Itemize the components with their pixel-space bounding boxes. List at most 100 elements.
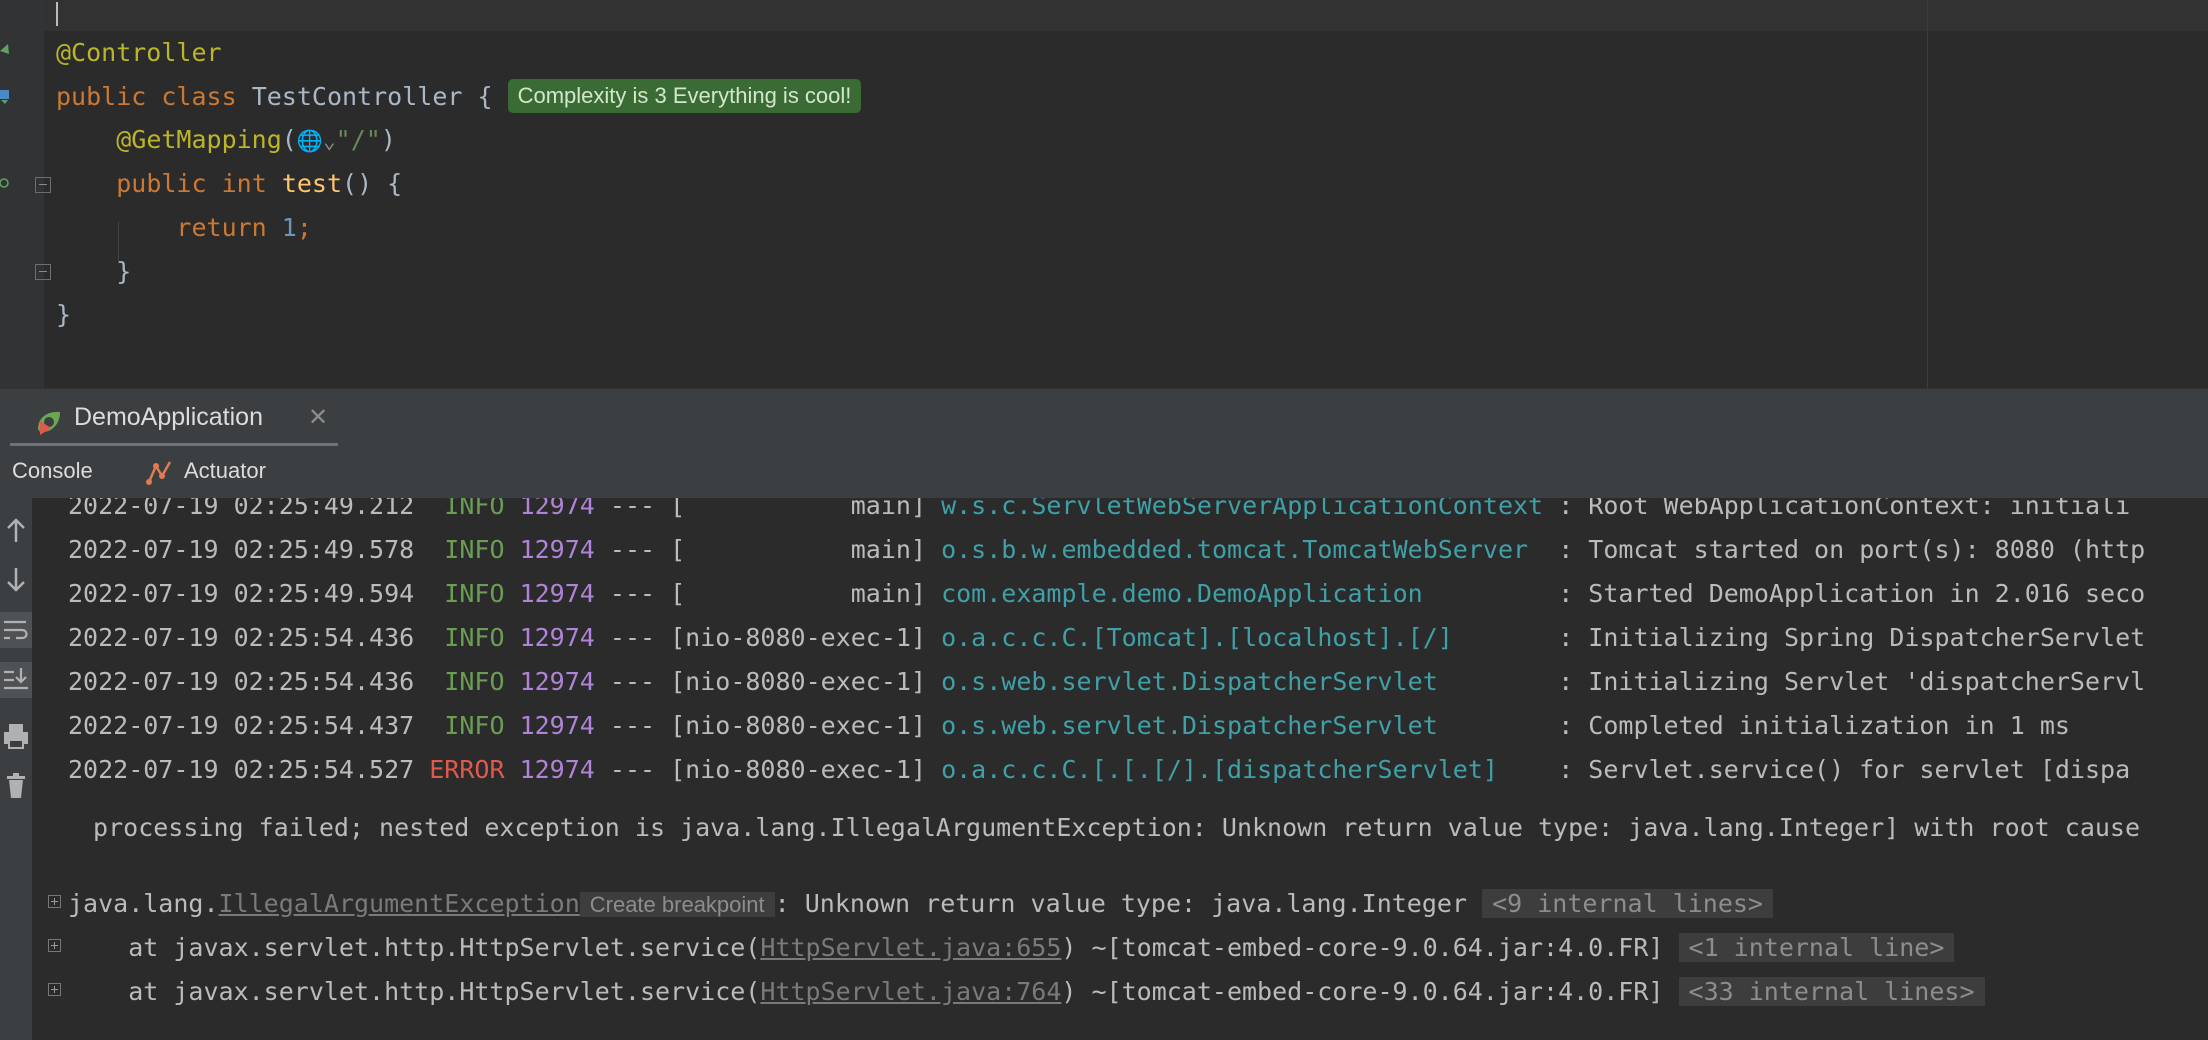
- tab-actuator[interactable]: Actuator: [184, 458, 266, 484]
- log-separator: ---: [609, 498, 656, 520]
- spring-web-gutter-icon[interactable]: [0, 86, 10, 104]
- arrow-down-icon[interactable]: [0, 560, 32, 600]
- log-message: : Initializing Spring DispatcherServlet: [1558, 623, 2146, 652]
- console-output[interactable]: 2022-07-19 02:25:49.212 INFO 12974 --- […: [32, 498, 2208, 1040]
- run-subtabs: Console Actuator: [0, 446, 2208, 499]
- log-thread: [nio-8080-exec-1]: [670, 623, 926, 652]
- keyword: public: [56, 82, 147, 111]
- log-pid: 12974: [519, 535, 595, 564]
- log-level: INFO: [429, 623, 505, 652]
- log-level: INFO: [429, 535, 505, 564]
- log-timestamp: 2022-07-19 02:25:49.212: [68, 498, 415, 520]
- log-timestamp: 2022-07-19 02:25:54.436: [68, 623, 415, 652]
- semicolon: ;: [296, 213, 312, 242]
- fold-end-icon[interactable]: [35, 264, 51, 280]
- string-literal: "/": [335, 125, 381, 154]
- class-name: TestController: [251, 82, 463, 111]
- code-line-7: }: [56, 295, 71, 335]
- log-logger[interactable]: o.s.web.servlet.DispatcherServlet: [941, 667, 1543, 696]
- log-pid: 12974: [519, 667, 595, 696]
- keyword: return: [176, 213, 267, 242]
- log-level: INFO: [429, 579, 505, 608]
- run-tab-label: DemoApplication: [74, 403, 263, 431]
- log-line: 2022-07-19 02:25:49.594 INFO 12974 --- […: [68, 572, 2145, 616]
- spring-bean-gutter-icon[interactable]: [0, 42, 10, 60]
- code-line-2: public class TestController { Complexity…: [56, 77, 862, 117]
- log-line: 2022-07-19 02:25:54.527 ERROR 12974 --- …: [68, 748, 2130, 792]
- log-logger[interactable]: o.s.web.servlet.DispatcherServlet: [941, 711, 1543, 740]
- right-margin-guide: [1927, 0, 1928, 388]
- log-separator: ---: [609, 535, 656, 564]
- fold-method-icon[interactable]: [35, 177, 51, 193]
- source-link[interactable]: HttpServlet.java:764: [760, 977, 1061, 1006]
- run-tab-demo-application[interactable]: DemoApplication ✕: [10, 397, 338, 447]
- actuator-icon: [146, 461, 172, 485]
- source-link[interactable]: HttpServlet.java:655: [760, 933, 1061, 962]
- log-message: : Started DemoApplication in 2.016 seco: [1558, 579, 2146, 608]
- log-line: 2022-07-19 02:25:54.436 INFO 12974 --- […: [68, 660, 2145, 704]
- log-timestamp: 2022-07-19 02:25:54.527: [68, 755, 415, 784]
- console-toolbar: [0, 498, 32, 1040]
- scroll-to-end-icon[interactable]: [0, 660, 32, 700]
- log-pid: 12974: [519, 579, 595, 608]
- log-line: 2022-07-19 02:25:54.437 INFO 12974 --- […: [68, 704, 2070, 748]
- log-level: ERROR: [429, 755, 505, 784]
- arrow-up-icon[interactable]: [0, 510, 32, 550]
- exception-class-link[interactable]: IllegalArgumentException: [219, 889, 580, 918]
- annotation: @Controller: [56, 38, 222, 67]
- request-mapping-gutter-icon[interactable]: [0, 174, 10, 192]
- globe-inlay-icon[interactable]: 🌐⌄: [297, 129, 336, 153]
- code-line-4: public int test() {: [56, 164, 402, 204]
- log-level: INFO: [429, 667, 505, 696]
- stack-frame-prefix: at javax.servlet.http.HttpServlet.servic…: [68, 977, 761, 1006]
- code-line-6: }: [56, 252, 131, 292]
- code-line-5: return 1;: [56, 208, 312, 248]
- log-line: 2022-07-19 02:25:49.578 INFO 12974 --- […: [68, 528, 2145, 572]
- log-logger[interactable]: w.s.c.ServletWebServerApplicationContext: [941, 498, 1543, 520]
- log-timestamp: 2022-07-19 02:25:54.437: [68, 711, 415, 740]
- log-thread: [nio-8080-exec-1]: [670, 667, 926, 696]
- expand-stack-icon[interactable]: [48, 939, 61, 952]
- log-logger[interactable]: o.a.c.c.C.[Tomcat].[localhost].[/]: [941, 623, 1543, 652]
- annotation: @GetMapping: [116, 125, 282, 154]
- complexity-hint-badge[interactable]: Complexity is 3 Everything is cool!: [507, 79, 862, 113]
- log-separator: ---: [609, 711, 656, 740]
- log-thread: [ main]: [670, 498, 926, 520]
- tab-console[interactable]: Console: [12, 458, 93, 484]
- internal-lines-fold[interactable]: <1 internal line>: [1678, 933, 1955, 962]
- log-logger[interactable]: o.s.b.w.embedded.tomcat.TomcatWebServer: [941, 535, 1543, 564]
- stack-frame-line: at javax.servlet.http.HttpServlet.servic…: [68, 926, 1955, 970]
- create-breakpoint-button[interactable]: Create breakpoint: [579, 892, 775, 917]
- spring-boot-run-icon: [38, 411, 60, 435]
- expand-stack-icon[interactable]: [48, 895, 61, 908]
- exception-continuation-line: processing failed; nested exception is j…: [78, 813, 2141, 842]
- text-caret: [56, 2, 58, 26]
- close-icon[interactable]: ✕: [308, 403, 328, 432]
- keyword: class: [161, 82, 237, 111]
- code-line-1: @Controller: [56, 33, 222, 73]
- keyword: public: [116, 169, 207, 198]
- params: () {: [342, 169, 403, 198]
- code-editor[interactable]: @Controller public class TestController …: [0, 0, 2208, 388]
- brace: }: [116, 257, 132, 286]
- log-message: : Completed initialization in 1 ms: [1558, 711, 2070, 740]
- paren: (: [281, 125, 297, 154]
- log-pid: 12974: [519, 498, 595, 520]
- number-literal: 1: [281, 213, 297, 242]
- log-message: : Root WebApplicationContext: initiali: [1558, 498, 2131, 520]
- method-name: test: [281, 169, 343, 198]
- stack-frame-line: at javax.servlet.http.HttpServlet.servic…: [68, 970, 1985, 1014]
- run-tool-window-header: DemoApplication ✕: [0, 388, 2208, 447]
- expand-stack-icon[interactable]: [48, 983, 61, 996]
- paren: ): [380, 125, 396, 154]
- log-timestamp: 2022-07-19 02:25:54.436: [68, 667, 415, 696]
- log-logger[interactable]: com.example.demo.DemoApplication: [941, 579, 1543, 608]
- log-message: : Tomcat started on port(s): 8080 (http: [1558, 535, 2146, 564]
- print-icon[interactable]: [0, 716, 32, 756]
- log-logger[interactable]: o.a.c.c.C.[.[.[/].[dispatcherServlet]: [941, 755, 1543, 784]
- trash-icon[interactable]: [0, 766, 32, 806]
- soft-wrap-icon[interactable]: [0, 610, 32, 650]
- log-separator: ---: [609, 755, 656, 784]
- internal-lines-fold[interactable]: <9 internal lines>: [1482, 889, 1773, 918]
- internal-lines-fold[interactable]: <33 internal lines>: [1678, 977, 1985, 1006]
